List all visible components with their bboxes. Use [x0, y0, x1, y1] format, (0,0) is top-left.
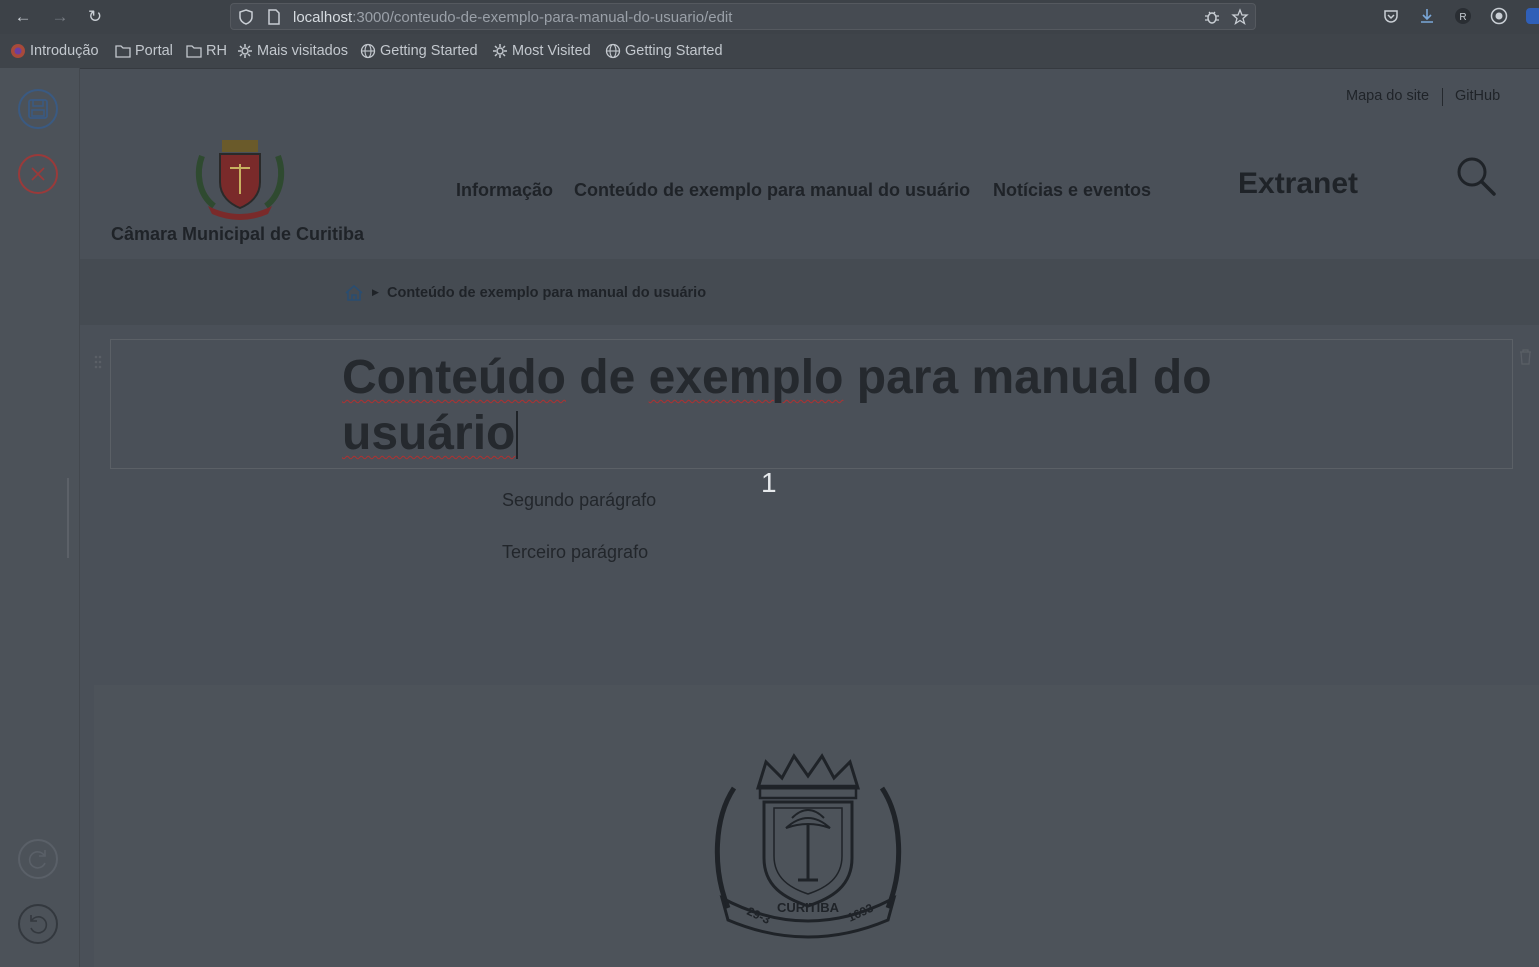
paragraph-block[interactable]: Segundo parágrafo: [502, 490, 656, 511]
extension-icon[interactable]: [1490, 7, 1508, 25]
bookmark-getting-started[interactable]: Getting Started: [360, 43, 478, 59]
bookmark-label: Mais visitados: [257, 43, 349, 59]
link-divider: [1442, 88, 1443, 106]
github-link[interactable]: GitHub: [1455, 88, 1500, 104]
title-word: manual: [971, 351, 1140, 404]
edit-toolbar: [0, 68, 80, 967]
svg-text:CURITIBA: CURITIBA: [777, 900, 840, 915]
trash-icon[interactable]: [1519, 349, 1532, 365]
bookmark-label: Most Visited: [512, 43, 591, 59]
text-caret: [516, 411, 519, 459]
nav-item-informacao[interactable]: Informação: [456, 180, 553, 201]
globe-icon: [360, 43, 376, 59]
bookmark-label: Portal: [135, 43, 173, 59]
bookmark-label: Getting Started: [380, 43, 478, 59]
bookmark-label: Getting Started: [625, 43, 723, 59]
svg-text:29-3: 29-3: [745, 904, 773, 927]
breadcrumb-current[interactable]: Conteúdo de exemplo para manual do usuár…: [387, 285, 706, 301]
footer-coat-of-arms-logo: CURITIBA 29-3 1693: [714, 753, 902, 939]
bookmark-label: RH: [206, 43, 227, 59]
sitemap-link[interactable]: Mapa do site: [1346, 88, 1429, 104]
extranet-link[interactable]: Extranet: [1238, 167, 1358, 201]
nav-item-noticias[interactable]: Notícias e eventos: [993, 180, 1151, 201]
page-icon: [268, 9, 280, 25]
bookmark-rh[interactable]: RH: [186, 43, 227, 59]
globe-icon: [605, 43, 621, 59]
site-title[interactable]: Câmara Municipal de Curitiba: [111, 224, 364, 245]
firefox-icon: [11, 44, 25, 58]
resize-handle[interactable]: [67, 478, 69, 558]
shield-icon[interactable]: [237, 8, 255, 26]
title-word: usuário: [342, 407, 516, 460]
star-icon[interactable]: [1231, 8, 1249, 26]
breadcrumb-separator-icon: ▶: [372, 287, 379, 297]
cancel-button[interactable]: [18, 154, 58, 194]
save-icon: [28, 99, 48, 119]
bookmark-getting-started-2[interactable]: Getting Started: [605, 43, 723, 59]
drag-handle-icon[interactable]: [93, 354, 103, 370]
coat-of-arms-logo[interactable]: [194, 136, 286, 220]
address-bar[interactable]: localhost:3000/conteudo-de-exemplo-para-…: [230, 3, 1256, 30]
bookmarks-bar: Introdução Portal RH Mais visitados Gett…: [0, 34, 1539, 69]
search-icon[interactable]: [1455, 155, 1497, 197]
back-icon[interactable]: ←: [12, 6, 34, 28]
svg-text:R: R: [1459, 12, 1466, 23]
title-word: de: [579, 351, 636, 404]
url-host: localhost: [293, 9, 353, 26]
forward-icon[interactable]: →: [49, 6, 71, 28]
close-icon: [31, 167, 45, 181]
title-word: do: [1152, 351, 1212, 404]
title-word: exemplo: [648, 351, 844, 404]
bookmark-introducao[interactable]: Introdução: [10, 43, 99, 59]
reload-icon[interactable]: ↻: [84, 6, 106, 28]
svg-text:1693: 1693: [845, 901, 875, 925]
url-text[interactable]: localhost:3000/conteudo-de-exemplo-para-…: [293, 9, 732, 26]
title-word: Conteúdo: [342, 351, 566, 404]
redo-button[interactable]: [18, 839, 58, 879]
undo-icon: [30, 915, 48, 934]
paragraph-block[interactable]: Terceiro parágrafo: [502, 542, 648, 563]
extension-blue-icon[interactable]: [1526, 7, 1539, 25]
folder-icon: [115, 45, 131, 58]
block-number: 1: [761, 467, 777, 498]
download-icon[interactable]: [1418, 7, 1436, 25]
undo-button[interactable]: [18, 904, 58, 944]
url-path: :3000/conteudo-de-exemplo-para-manual-do…: [352, 9, 733, 26]
nav-item-conteudo[interactable]: Conteúdo de exemplo para manual do usuár…: [574, 180, 970, 201]
home-icon[interactable]: [344, 283, 364, 303]
bookmark-most-visited[interactable]: Most Visited: [492, 43, 591, 59]
pocket-icon[interactable]: [1382, 7, 1400, 25]
redo-icon: [28, 850, 46, 869]
browser-toolbar: ← → ↻ localhost:3000/conteudo-de-exemplo…: [0, 0, 1539, 34]
account-icon[interactable]: R: [1454, 7, 1472, 25]
bookmark-portal[interactable]: Portal: [115, 43, 173, 59]
bug-icon[interactable]: [1203, 8, 1221, 26]
folder-icon: [186, 45, 202, 58]
save-button[interactable]: [18, 89, 58, 129]
breadcrumb: [80, 259, 1539, 325]
title-word: para: [856, 351, 959, 404]
page-title[interactable]: Conteúdo de exemplo para manual do usuári…: [342, 350, 1342, 462]
gear-icon: [238, 44, 252, 58]
gear-icon: [493, 44, 507, 58]
bookmark-mais-visitados[interactable]: Mais visitados: [237, 43, 348, 59]
bookmark-label: Introdução: [30, 43, 99, 59]
